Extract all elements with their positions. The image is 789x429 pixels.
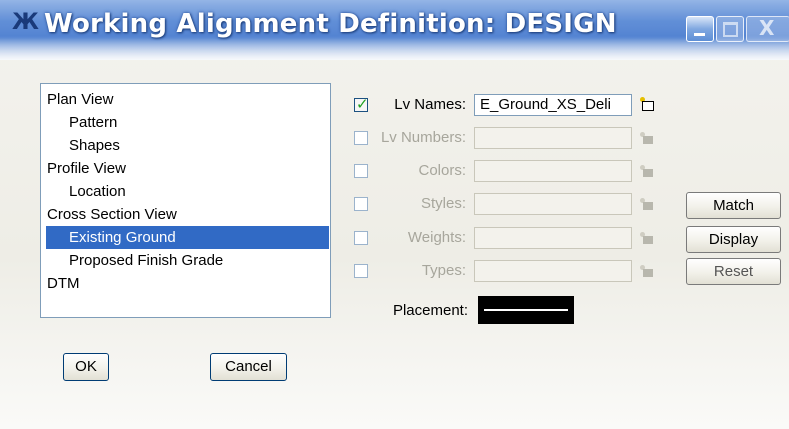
types-field[interactable] bbox=[474, 260, 632, 282]
minimize-button[interactable] bbox=[686, 16, 714, 42]
picker-box-icon bbox=[643, 202, 653, 210]
tree-item-dtm[interactable]: DTM bbox=[41, 272, 330, 295]
close-icon: X bbox=[759, 16, 775, 40]
lv-numbers-field[interactable] bbox=[474, 127, 632, 149]
ok-button[interactable]: OK bbox=[63, 353, 109, 381]
types-label: Types: bbox=[421, 262, 466, 279]
tree-item-pattern[interactable]: Pattern bbox=[41, 111, 330, 134]
colors-field[interactable] bbox=[474, 160, 632, 182]
lv-numbers-label: Lv Numbers: bbox=[380, 129, 466, 146]
colors-picker-button[interactable] bbox=[640, 164, 656, 178]
row-lv-numbers: Lv Numbers: bbox=[354, 127, 466, 149]
styles-label: Styles: bbox=[420, 195, 466, 212]
reset-button[interactable]: Reset bbox=[686, 258, 781, 285]
picker-box-icon bbox=[643, 269, 653, 277]
cancel-button[interactable]: Cancel bbox=[210, 353, 287, 381]
alignment-tree[interactable]: Plan View Pattern Shapes Profile View Lo… bbox=[40, 83, 331, 318]
styles-picker-button[interactable] bbox=[640, 197, 656, 211]
tree-item-profile-view[interactable]: Profile View bbox=[41, 157, 330, 180]
row-styles: Styles: bbox=[354, 193, 466, 215]
picker-box-icon bbox=[643, 169, 653, 177]
row-weights: Weights: bbox=[354, 227, 466, 249]
picker-box-icon bbox=[642, 101, 654, 111]
row-lv-names: ✓ Lv Names: bbox=[354, 94, 466, 116]
placement-swatch-button[interactable] bbox=[478, 296, 574, 324]
lv-numbers-picker-button[interactable] bbox=[640, 131, 656, 145]
types-picker-button[interactable] bbox=[640, 264, 656, 278]
weights-label: Weights: bbox=[407, 229, 466, 246]
window-title: Working Alignment Definition: DESIGN bbox=[44, 9, 617, 39]
styles-field[interactable] bbox=[474, 193, 632, 215]
placement-label: Placement: bbox=[392, 302, 468, 319]
tree-item-existing-ground[interactable]: Existing Ground bbox=[46, 226, 329, 249]
minimize-icon bbox=[694, 33, 705, 36]
placement-line-icon bbox=[484, 309, 568, 311]
weights-field[interactable] bbox=[474, 227, 632, 249]
tree-item-shapes[interactable]: Shapes bbox=[41, 134, 330, 157]
app-icon[interactable]: Ж bbox=[12, 10, 39, 36]
tree-item-cross-section-view[interactable]: Cross Section View bbox=[41, 203, 330, 226]
lv-names-label: Lv Names: bbox=[394, 96, 466, 113]
lv-names-picker-button[interactable] bbox=[640, 97, 656, 111]
colors-label: Colors: bbox=[418, 162, 466, 179]
close-button[interactable]: X bbox=[746, 16, 789, 42]
tree-item-location[interactable]: Location bbox=[41, 180, 330, 203]
dialog-window: Ж Working Alignment Definition: DESIGN X… bbox=[0, 0, 789, 429]
picker-box-icon bbox=[643, 236, 653, 244]
maximize-icon bbox=[723, 22, 738, 37]
tree-item-plan-view[interactable]: Plan View bbox=[41, 88, 330, 111]
tree-item-proposed-finish-grade[interactable]: Proposed Finish Grade bbox=[41, 249, 330, 272]
row-colors: Colors: bbox=[354, 160, 466, 182]
lv-names-field[interactable]: E_Ground_XS_Deli bbox=[474, 94, 632, 116]
row-types: Types: bbox=[354, 260, 466, 282]
picker-box-icon bbox=[643, 136, 653, 144]
display-button[interactable]: Display bbox=[686, 226, 781, 253]
weights-picker-button[interactable] bbox=[640, 231, 656, 245]
maximize-button[interactable] bbox=[716, 16, 744, 42]
match-button[interactable]: Match bbox=[686, 192, 781, 219]
